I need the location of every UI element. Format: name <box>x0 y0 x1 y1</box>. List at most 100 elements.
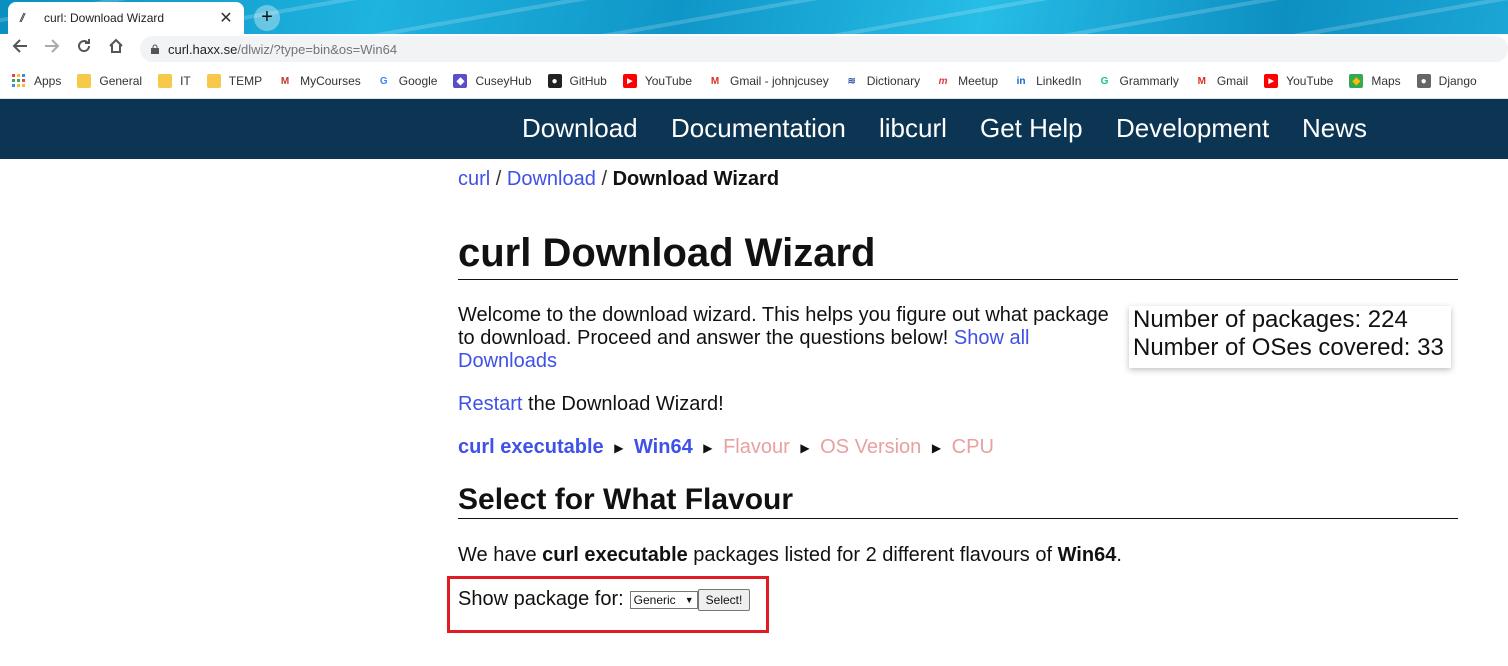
forward-arrow-icon[interactable] <box>40 37 64 61</box>
restart-link[interactable]: Restart <box>458 393 522 415</box>
step-os-version: OS Version <box>820 436 922 458</box>
lock-icon <box>151 44 159 54</box>
address-bar[interactable]: curl.haxx.se/dlwiz/?type=bin&os=Win64 <box>140 36 1508 62</box>
youtube-icon: ▶ <box>622 74 637 88</box>
tab-title: curl: Download Wizard <box>44 11 165 25</box>
meetup-icon: m <box>938 75 948 87</box>
bookmark-item[interactable]: in LinkedIn <box>1014 74 1082 88</box>
bookmark-label: Apps <box>34 74 62 88</box>
bookmark-label: LinkedIn <box>1036 74 1082 88</box>
apps-grid-icon <box>12 74 26 88</box>
nav-documentation[interactable]: Documentation <box>671 113 846 144</box>
bookmark-item[interactable]: M Gmail <box>1195 74 1249 88</box>
curl-favicon-icon: // <box>20 11 25 25</box>
grammarly-icon: G <box>1100 75 1109 87</box>
step-arrow-icon: ▶ <box>614 441 624 455</box>
bookmark-item[interactable]: M MyCourses <box>278 74 361 88</box>
breadcrumb-current: Download Wizard <box>612 168 780 190</box>
bookmark-item[interactable]: General <box>77 74 142 88</box>
bookmark-label: IT <box>180 74 191 88</box>
breadcrumb: curl / Download / Download Wizard <box>458 168 779 191</box>
mycourses-icon: M <box>280 75 290 87</box>
flavour-form: Show package for: Generic ▼ Select! <box>458 588 751 611</box>
bookmark-item[interactable]: Apps <box>12 74 61 88</box>
browser-tab-strip: // curl: Download Wizard ✕ + <box>0 0 1508 34</box>
flavour-select[interactable]: Generic ▼ <box>629 590 698 609</box>
bookmark-label: Django <box>1438 74 1477 88</box>
bookmark-item[interactable]: ● GitHub <box>547 74 607 88</box>
wizard-steps: curl executable ▶ Win64 ▶ Flavour ▶ OS V… <box>458 436 994 459</box>
globe-icon: ● <box>1416 74 1431 88</box>
folder-icon <box>158 74 173 88</box>
github-icon: ● <box>547 74 562 88</box>
browser-tab[interactable]: // curl: Download Wizard ✕ <box>8 2 244 34</box>
page-title: curl Download Wizard <box>458 229 1458 280</box>
back-arrow-icon[interactable] <box>8 37 32 61</box>
oses-count: Number of OSes covered: 33 <box>1133 334 1444 361</box>
dictionary-icon: ≋ <box>847 75 856 87</box>
bookmark-label: Google <box>398 74 438 88</box>
breadcrumb-separator: / <box>495 168 502 190</box>
gmail-icon: M <box>1197 75 1206 87</box>
bookmark-item[interactable]: ◆ CuseyHub <box>453 74 532 88</box>
bookmark-item[interactable]: ◆ Maps <box>1349 74 1401 88</box>
reload-icon[interactable] <box>72 37 96 61</box>
stats-box: Number of packages: 224 Number of OSes c… <box>1129 306 1451 368</box>
dropdown-arrow-icon: ▼ <box>684 594 694 605</box>
section-title: Select for What Flavour <box>458 483 1458 519</box>
nav-download[interactable]: Download <box>522 113 638 144</box>
nav-libcurl[interactable]: libcurl <box>879 113 947 144</box>
tab-close-icon[interactable]: ✕ <box>218 8 234 28</box>
step-arrow-icon: ▶ <box>931 441 942 455</box>
maps-icon: ◆ <box>1349 74 1364 88</box>
summary-text: packages listed for 2 different flavours… <box>687 544 1058 566</box>
bookmark-label: MyCourses <box>300 74 361 88</box>
bookmark-label: Meetup <box>958 74 999 88</box>
folder-icon <box>77 74 92 88</box>
breadcrumb-curl[interactable]: curl <box>458 168 490 190</box>
bookmark-label: CuseyHub <box>475 74 532 88</box>
nav-news[interactable]: News <box>1302 113 1367 144</box>
bookmark-item[interactable]: G Grammarly <box>1097 74 1179 88</box>
bookmark-item[interactable]: ● Django <box>1416 74 1477 88</box>
summary-text: . <box>1116 544 1122 566</box>
nav-development[interactable]: Development <box>1116 113 1269 144</box>
summary-os: Win64 <box>1057 544 1117 566</box>
breadcrumb-download[interactable]: Download <box>507 168 596 190</box>
restart-text: the Download Wizard! <box>522 393 724 415</box>
bookmark-item[interactable]: ≋ Dictionary <box>845 74 921 88</box>
home-icon[interactable] <box>104 37 128 61</box>
bookmark-item[interactable]: m Meetup <box>936 74 998 88</box>
step-flavour: Flavour <box>723 436 790 458</box>
intro-paragraph: Welcome to the download wizard. This hel… <box>458 304 1118 373</box>
step-cpu: CPU <box>951 436 994 458</box>
bookmark-label: YouTube <box>1286 74 1334 88</box>
bookmark-item[interactable]: ▶ YouTube <box>622 74 692 88</box>
bookmark-item[interactable]: IT <box>158 74 191 88</box>
bookmark-item[interactable]: M Gmail - johnjcusey <box>708 74 829 88</box>
bookmark-label: General <box>99 74 143 88</box>
step-arrow-icon: ▶ <box>800 441 810 455</box>
bookmark-item[interactable]: TEMP <box>206 74 262 88</box>
url-host: curl.haxx.se <box>168 41 238 57</box>
select-button[interactable]: Select! <box>697 588 751 611</box>
url-path: /dlwiz/?type=bin&os=Win64 <box>237 41 398 57</box>
packages-count: Number of packages: 224 <box>1133 306 1408 333</box>
bookmark-label: GitHub <box>569 74 607 88</box>
restart-line: Restart the Download Wizard! <box>458 393 724 416</box>
browser-toolbar: curl.haxx.se/dlwiz/?type=bin&os=Win64 <box>0 34 1508 64</box>
bookmark-item[interactable]: ▶ YouTube <box>1264 74 1333 88</box>
bookmarks-bar: Apps General IT TEMP M MyCourses G Google ◆ Cusey… <box>0 64 1508 99</box>
google-icon: G <box>379 75 388 87</box>
youtube-icon: ▶ <box>1264 74 1279 88</box>
bookmark-item[interactable]: G Google <box>377 74 438 88</box>
site-nav: Download Documentation libcurl Get Help … <box>0 99 1508 159</box>
step-win64[interactable]: Win64 <box>634 436 693 458</box>
cuseyhub-icon: ◆ <box>453 74 468 88</box>
step-arrow-icon: ▶ <box>703 441 713 455</box>
bookmark-label: Grammarly <box>1119 74 1179 88</box>
step-curl-executable[interactable]: curl executable <box>458 436 604 458</box>
nav-get-help[interactable]: Get Help <box>980 113 1083 144</box>
bookmark-label: Dictionary <box>866 74 921 88</box>
new-tab-button[interactable]: + <box>254 5 280 31</box>
